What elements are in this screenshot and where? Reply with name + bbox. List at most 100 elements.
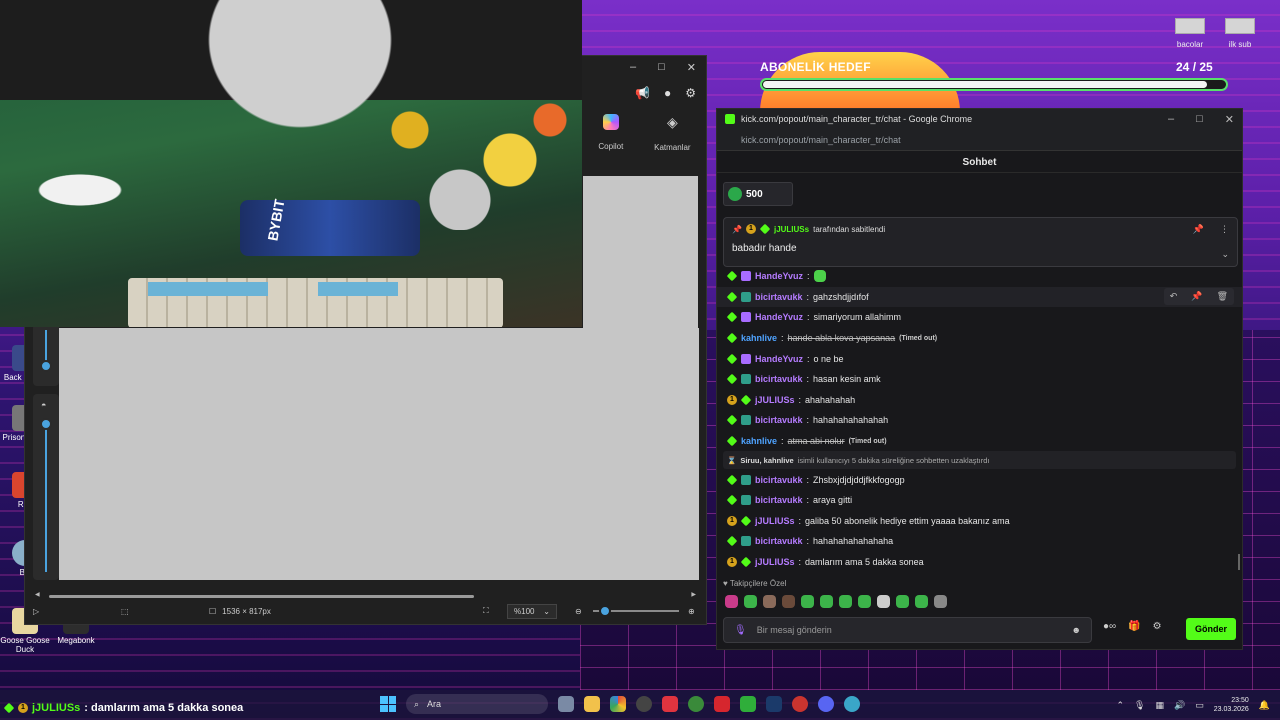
emote-icon[interactable] bbox=[877, 595, 890, 608]
pointer-icon[interactable]: ▷ bbox=[33, 607, 39, 616]
chat-message[interactable]: bicirtavukk: hahahahahahahaha bbox=[717, 531, 1242, 552]
app-icon[interactable] bbox=[662, 696, 678, 712]
settings-app-icon[interactable] bbox=[558, 696, 574, 712]
emote-icon[interactable] bbox=[934, 595, 947, 608]
maximize-button[interactable]: □ bbox=[1196, 113, 1203, 126]
minimize-button[interactable]: – bbox=[1168, 113, 1174, 126]
side-slider-bottom[interactable]: ◓ bbox=[33, 394, 59, 580]
maximize-button[interactable]: □ bbox=[658, 61, 665, 73]
emote-icon[interactable] bbox=[763, 595, 776, 608]
discord-icon[interactable] bbox=[818, 696, 834, 712]
chat-username[interactable]: kahnlive bbox=[741, 333, 777, 343]
zoom-in-icon[interactable]: ⊕ bbox=[688, 607, 695, 616]
zoom-out-icon[interactable]: ⊖ bbox=[575, 607, 582, 616]
fit-icon[interactable]: ⛶ bbox=[483, 606, 489, 616]
emote-icon[interactable] bbox=[896, 595, 909, 608]
profile-icon[interactable]: ● bbox=[664, 86, 671, 100]
slider-knob[interactable] bbox=[40, 360, 52, 372]
chat-username[interactable]: bicirtavukk bbox=[755, 415, 803, 425]
emote-icon[interactable] bbox=[744, 595, 757, 608]
megaphone-icon[interactable]: 📢 bbox=[635, 86, 650, 100]
minimize-button[interactable]: – bbox=[630, 61, 636, 73]
emote-icon[interactable] bbox=[782, 595, 795, 608]
gift-icon[interactable]: 🎁 bbox=[1128, 621, 1140, 632]
selection-icon[interactable]: ⬚ bbox=[121, 607, 129, 616]
image-canvas[interactable] bbox=[59, 328, 699, 580]
chat-message[interactable]: kahnlive: atma abi nolur (Timed out) bbox=[717, 431, 1242, 452]
clock[interactable]: 23:50 23.03.2026 bbox=[1214, 696, 1249, 714]
send-button[interactable]: Gönder bbox=[1186, 618, 1236, 640]
gear-icon[interactable]: ⚙ bbox=[685, 86, 696, 100]
more-icon[interactable]: ⋮ bbox=[1220, 224, 1229, 235]
start-button-icon[interactable] bbox=[380, 696, 396, 712]
chat-username[interactable]: HandeYvuz bbox=[755, 354, 803, 364]
chat-username[interactable]: bicirtavukk bbox=[755, 374, 803, 384]
scroll-right-icon[interactable]: ▶ bbox=[691, 591, 696, 598]
chevron-down-icon[interactable]: ⌄ bbox=[1221, 249, 1229, 260]
chat-username[interactable]: bicirtavukk bbox=[755, 292, 803, 302]
chat-username[interactable]: bicirtavukk bbox=[755, 536, 803, 546]
close-button[interactable]: ✕ bbox=[1225, 113, 1234, 126]
chat-scrollbar[interactable] bbox=[1238, 554, 1240, 570]
emote-icon[interactable] bbox=[915, 595, 928, 608]
chat-message[interactable]: HandeYvuz: simariyorum allahimm bbox=[717, 307, 1242, 328]
chat-input-box[interactable]: 🎙 Bir mesaj gönderin ☻ bbox=[723, 617, 1092, 643]
file-explorer-icon[interactable] bbox=[584, 696, 600, 712]
scroll-left-icon[interactable]: ◀ bbox=[35, 591, 40, 598]
emote-icon[interactable] bbox=[820, 595, 833, 608]
chevron-up-icon[interactable]: ⌃ bbox=[1117, 700, 1125, 711]
settings-icon[interactable]: ⚙ bbox=[1153, 621, 1162, 632]
address-bar[interactable]: kick.com/popout/main_character_tr/chat bbox=[717, 129, 1242, 151]
chat-message[interactable]: bicirtavukk: araya gitti bbox=[717, 490, 1242, 511]
app-icon[interactable] bbox=[792, 696, 808, 712]
side-slider-top[interactable] bbox=[33, 324, 59, 386]
xbox-icon[interactable] bbox=[688, 696, 704, 712]
zoom-select[interactable]: %100 ⌄ bbox=[507, 603, 557, 619]
copilot-button[interactable]: Copilot bbox=[598, 114, 623, 152]
delete-icon[interactable]: 🗑 bbox=[1217, 291, 1228, 302]
volume-icon[interactable]: 🔊 bbox=[1174, 700, 1185, 711]
chrome-icon[interactable] bbox=[610, 696, 626, 712]
zoom-slider-knob[interactable] bbox=[599, 605, 611, 617]
chat-username[interactable]: HandeYvuz bbox=[755, 312, 803, 322]
app-icon[interactable] bbox=[844, 696, 860, 712]
chat-message[interactable]: bicirtavukk: hasan kesin amk bbox=[717, 369, 1242, 390]
battery-icon[interactable]: ▭ bbox=[1195, 700, 1204, 711]
chat-message[interactable]: bicirtavukk: hahahahahahahah bbox=[717, 410, 1242, 431]
chat-message[interactable]: 1 jJULIUSs: galiba 50 abonelik hediye etti… bbox=[717, 511, 1242, 532]
emoji-icon[interactable]: ☻ bbox=[1072, 625, 1081, 635]
obs-icon[interactable] bbox=[636, 696, 652, 712]
network-icon[interactable]: ▦ bbox=[1155, 700, 1164, 711]
steam-icon[interactable] bbox=[766, 696, 782, 712]
chat-username[interactable]: jJULIUSs bbox=[755, 395, 795, 405]
reply-icon[interactable]: ↶ bbox=[1170, 291, 1178, 302]
chat-message[interactable]: bicirtavukk: Zhsbxjdjdjddjfkkfogogp bbox=[717, 469, 1242, 490]
taskbar-search[interactable]: ⌕ Ara bbox=[406, 694, 548, 714]
chat-username[interactable]: jJULIUSs bbox=[755, 516, 795, 526]
emote-icon[interactable] bbox=[858, 595, 871, 608]
emote-icon[interactable] bbox=[725, 595, 738, 608]
gift-leaderboard-pill[interactable]: 500 bbox=[723, 182, 793, 206]
zoom-slider[interactable] bbox=[593, 605, 679, 617]
microphone-icon[interactable]: 🎙 bbox=[734, 625, 747, 636]
app-icon[interactable] bbox=[714, 696, 730, 712]
chat-message[interactable]: 1 jJULIUSs: damlarım ama 5 dakka sonea bbox=[717, 552, 1242, 573]
chat-username[interactable]: bicirtavukk bbox=[755, 475, 803, 485]
emote-icon[interactable] bbox=[801, 595, 814, 608]
chat-username[interactable]: jJULIUSs bbox=[755, 557, 795, 567]
unpin-icon[interactable]: 📌 bbox=[1193, 224, 1204, 235]
chat-message[interactable]: kahnlive: hande abla kova yapsanaa (Timed … bbox=[717, 328, 1242, 349]
pinned-username[interactable]: jJULIUSs bbox=[774, 225, 809, 234]
microphone-icon[interactable]: 🎙 bbox=[1134, 700, 1145, 711]
layers-button[interactable]: ◈ Katmanlar bbox=[654, 114, 690, 152]
xbox-app-icon[interactable] bbox=[740, 696, 756, 712]
chat-username[interactable]: kahnlive bbox=[741, 436, 777, 446]
points-icon[interactable]: ●∞ bbox=[1103, 621, 1116, 632]
chat-message[interactable]: bicirtavukk: gahzshdjjdıfof ↶ 📌 🗑 bbox=[717, 286, 1242, 308]
notifications-icon[interactable]: 🔔 bbox=[1259, 700, 1270, 711]
emote-icon[interactable] bbox=[839, 595, 852, 608]
close-button[interactable]: ✕ bbox=[687, 61, 696, 74]
slider-knob[interactable] bbox=[40, 418, 52, 430]
pin-icon[interactable]: 📌 bbox=[1191, 291, 1202, 302]
chat-username[interactable]: bicirtavukk bbox=[755, 495, 803, 505]
